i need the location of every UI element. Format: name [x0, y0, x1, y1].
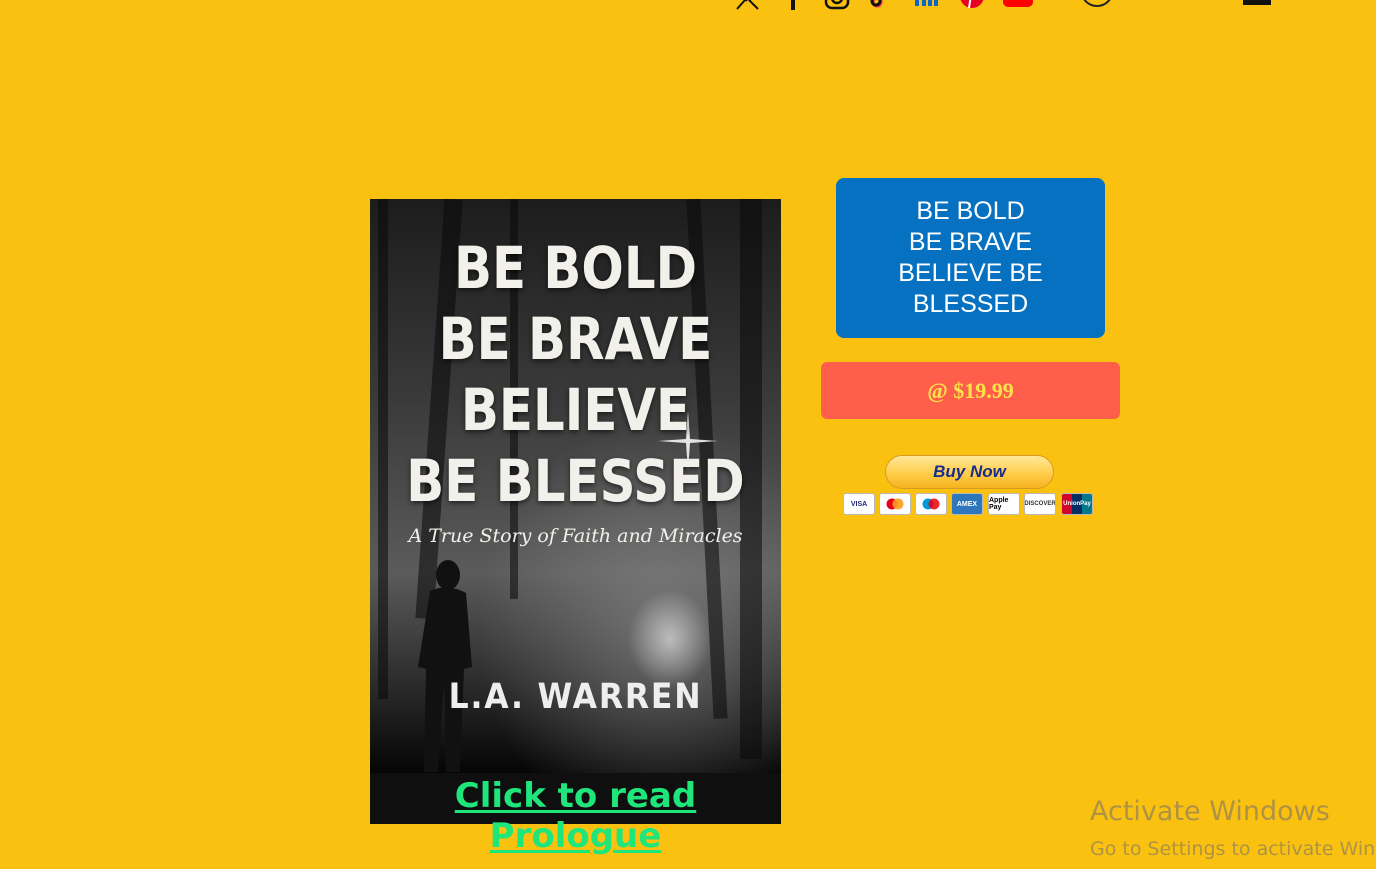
linkedin-icon[interactable]: [914, 0, 942, 13]
read-prologue-link[interactable]: Click to read Prologue: [370, 776, 781, 856]
visa-card-icon: VISA: [843, 493, 875, 515]
cover-author: L.A. WARREN: [448, 677, 703, 717]
book-cover-image: BE BOLD BE BRAVE BELIEVE BE BLESSED A Tr…: [370, 199, 781, 773]
buy-now-label: Buy Now: [933, 462, 1006, 481]
windows-activation-watermark: Activate Windows Go to Settings to activ…: [1090, 795, 1376, 869]
discover-card-icon: DISCOVER: [1024, 493, 1056, 515]
unionpay-card-icon: UnionPay: [1061, 493, 1093, 515]
x-icon[interactable]: [735, 0, 761, 15]
amex-card-icon: AMEX: [951, 493, 983, 515]
login-avatar-icon[interactable]: [1080, 0, 1114, 13]
apple-pay-card-icon: Apple Pay: [988, 493, 1020, 515]
product-title-box: BE BOLD BE BRAVE BELIEVE BE BLESSED: [836, 178, 1105, 338]
cover-title: BE BOLD BE BRAVE BELIEVE BE BLESSED: [406, 234, 745, 515]
pinterest-icon[interactable]: [959, 0, 985, 15]
mastercard-icon: [879, 493, 911, 515]
login-link[interactable]: [1163, 0, 1177, 10]
person-silhouette: [418, 560, 472, 772]
price-button[interactable]: @ $19.99: [821, 362, 1120, 419]
activate-windows-subtitle: Go to Settings to activate Windows.: [1090, 838, 1376, 860]
paypal-buy-now-button[interactable]: Buy Now: [885, 455, 1054, 489]
youtube-icon[interactable]: [1003, 0, 1033, 13]
maestro-card-icon: [915, 493, 947, 515]
instagram-icon[interactable]: [824, 0, 850, 15]
shopping-cart-icon[interactable]: [1243, 0, 1273, 13]
price-label: @ $19.99: [927, 377, 1014, 403]
cover-subtitle: A True Story of Faith and Miracles: [408, 525, 743, 547]
tiktok-icon[interactable]: [869, 0, 891, 15]
prologue-link-container: Click to read Prologue: [370, 773, 781, 856]
activate-windows-title: Activate Windows: [1090, 796, 1330, 827]
product-title: BE BOLD BE BRAVE BELIEVE BE BLESSED: [898, 197, 1043, 318]
facebook-icon[interactable]: [786, 0, 800, 15]
